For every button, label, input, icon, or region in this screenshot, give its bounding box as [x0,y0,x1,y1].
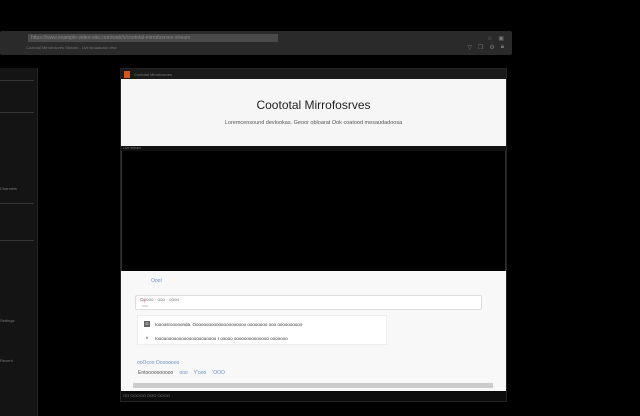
results-card: G Ioooosrooooonda. Ooooooooooooooooooooo … [137,315,387,345]
search-input[interactable]: Ooooo · ooo · oooo · ooo ⊣ [135,295,482,310]
window-titlebar: Coototal Mirrofosrves [121,69,506,79]
entry-tag[interactable]: ooo [179,370,187,376]
page-subtitle: Loremcensound devlookas. Geoor obloarat … [224,120,403,126]
settings-icon[interactable]: ⚙ [489,44,494,51]
page-subline: Coototal Mirrofosrves Stream - Live broa… [26,45,117,50]
list-item[interactable]: # Ioooooooooooooooooooooooo I ooooo ooooo… [144,335,288,341]
list-item[interactable]: G Ioooosrooooonda. Ooooooooooooooooooooo … [144,321,302,327]
bookmark-icon[interactable]: ☆ [487,35,492,42]
video-player[interactable] [121,151,506,271]
address-bar[interactable]: https://www.example-video-site.com/watch… [28,34,278,42]
top-link[interactable]: Ooot [151,278,162,284]
page-title: Coototal Mirrofosrves [256,98,371,112]
filter-icon[interactable]: ▽ [467,44,472,51]
extensions-icon[interactable]: ▣ [498,35,504,42]
hash-icon: # [144,335,150,341]
favicon-icon [124,70,130,78]
lock-icon[interactable]: 🔒︎ [501,44,504,51]
entries-link[interactable]: ooOcoo Oooooooo [137,360,179,366]
sidebar-item[interactable]: Settings [0,318,14,323]
content-area: Ooot Ooooo · ooo · oooo · ooo ⊣ G Ioooosr… [121,271,506,391]
browser-toolbar: https://www.example-video-site.com/watch… [0,31,512,55]
app-icon: G [144,321,150,327]
horizontal-scrollbar[interactable] [133,383,493,388]
copy-icon[interactable]: ❐ [478,44,483,51]
window-title: Coototal Mirrofosrves [134,71,173,77]
hero-banner: Coototal Mirrofosrves Loremcensound devl… [121,79,506,146]
result-text: Ioooooooooooooooooooooooo I ooooo oooooo… [155,335,288,341]
entries-label: Entoooooooooo [138,370,174,376]
entry-tag[interactable]: Y'ooo [194,370,207,376]
result-text: Ioooosrooooonda. Ooooooooooooooooooooo o… [155,321,303,327]
pin-icon[interactable]: ⊣ [140,298,476,305]
sidebar-item[interactable]: Recent [0,358,13,363]
sidebar-item[interactable]: Channels [0,186,17,191]
sidebar: Channels Settings Recent [0,68,38,416]
browser-window: Coototal Mirrofosrves Coototal Mirrofosr… [120,68,507,402]
entry-tag[interactable]: 'OOO [212,370,225,376]
status-bar: OO OOOOO OOO OOOO [123,393,170,398]
